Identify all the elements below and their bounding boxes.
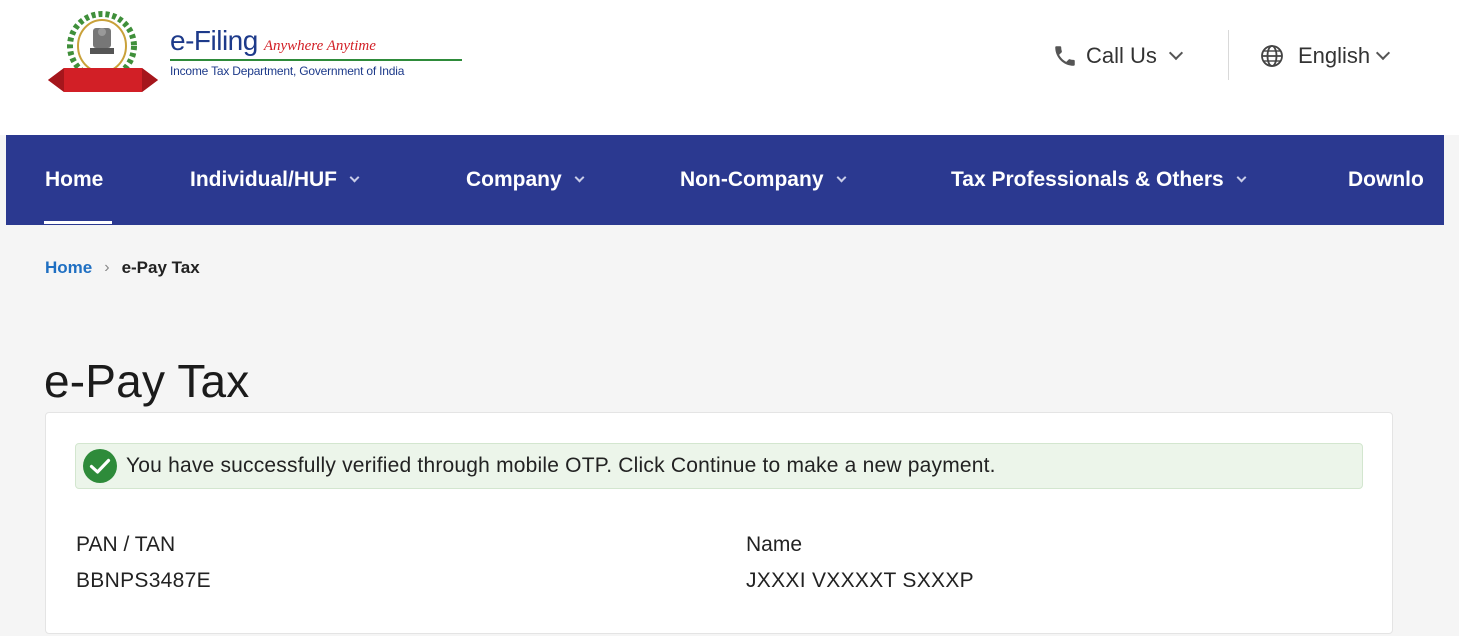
nav-item-label: Individual/HUF — [190, 168, 337, 191]
breadcrumb: Home › e-Pay Tax — [45, 258, 200, 278]
call-us-dropdown[interactable]: Call Us — [1052, 38, 1183, 74]
chevron-down-icon — [1376, 45, 1391, 61]
main-navbar: Home Individual/HUF Company Non-Company … — [6, 135, 1444, 225]
payment-details-card: You have successfully verified through m… — [45, 412, 1393, 634]
nav-item-home[interactable]: Home — [45, 135, 103, 225]
name-field: Name JXXXI VXXXXT SXXXP — [746, 533, 974, 593]
nav-item-individual-huf[interactable]: Individual/HUF — [190, 135, 360, 225]
nav-item-label: Company — [466, 168, 562, 191]
success-alert-text: You have successfully verified through m… — [126, 454, 996, 477]
pan-tan-value: BBNPS3487E — [76, 569, 211, 592]
language-dropdown[interactable]: English — [1260, 38, 1391, 74]
nav-item-label: Tax Professionals & Others — [951, 168, 1224, 191]
header-divider — [1228, 30, 1229, 80]
pan-tan-label: PAN / TAN — [76, 533, 176, 556]
nav-item-label: Downlo — [1348, 168, 1424, 191]
nav-item-downloads[interactable]: Downlo — [1348, 135, 1424, 225]
brand-name: e-Filing — [170, 25, 258, 56]
breadcrumb-separator-icon: › — [104, 259, 110, 276]
nav-item-company[interactable]: Company — [466, 135, 585, 225]
call-us-label: Call Us — [1086, 43, 1157, 68]
brand-subtitle: Income Tax Department, Government of Ind… — [170, 64, 405, 78]
nav-item-tax-professionals[interactable]: Tax Professionals & Others — [951, 135, 1247, 225]
page-title: e-Pay Tax — [44, 355, 250, 407]
success-alert: You have successfully verified through m… — [75, 443, 1363, 489]
nav-item-label: Non-Company — [680, 168, 824, 191]
nav-active-indicator — [44, 221, 112, 224]
name-value: JXXXI VXXXXT SXXXP — [746, 569, 974, 592]
nav-item-non-company[interactable]: Non-Company — [680, 135, 846, 225]
chevron-down-icon — [836, 172, 846, 182]
breadcrumb-home-link[interactable]: Home — [45, 258, 92, 278]
phone-icon — [1055, 46, 1075, 66]
breadcrumb-current: e-Pay Tax — [121, 258, 200, 277]
globe-icon — [1261, 45, 1283, 67]
chevron-down-icon — [1168, 45, 1183, 61]
chevron-down-icon — [574, 172, 585, 182]
brand-underline — [170, 59, 462, 61]
brand-block[interactable]: e-Filing Anywhere Anytime Income Tax Dep… — [170, 25, 462, 78]
pan-tan-field: PAN / TAN BBNPS3487E — [76, 533, 211, 593]
language-label: English — [1298, 43, 1371, 68]
site-header: e-Filing Anywhere Anytime Income Tax Dep… — [0, 0, 1459, 135]
chevron-down-icon — [349, 172, 360, 182]
income-tax-emblem-icon[interactable] — [44, 10, 162, 96]
chevron-down-icon — [1236, 172, 1247, 182]
check-circle-icon — [83, 449, 117, 483]
name-label: Name — [746, 533, 803, 556]
brand-tagline: Anywhere Anytime — [263, 38, 376, 54]
nav-item-label: Home — [45, 168, 104, 191]
